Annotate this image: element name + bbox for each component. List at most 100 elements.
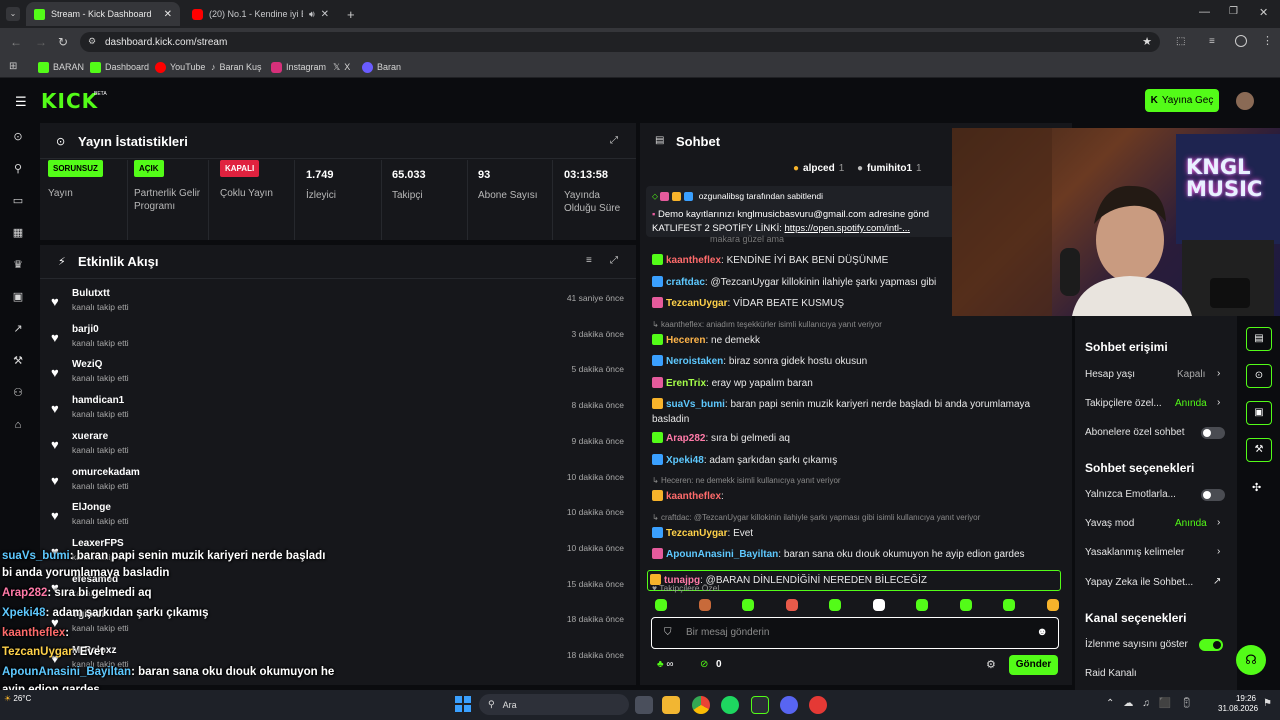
chat-message[interactable]: TezcanUygar: Evet (652, 526, 1052, 541)
setting-raid-channel[interactable]: Raid Kanalı (1085, 668, 1223, 679)
emote-icon[interactable] (785, 599, 798, 611)
activity-event[interactable]: ♥ ElJonge kanalı takip etti 10 dakika önce (40, 499, 636, 535)
link-icon[interactable]: ⚲ (12, 163, 24, 175)
wrench-icon[interactable]: ⚒ (1246, 438, 1272, 462)
go-live-button[interactable]: K Yayına Geç (1145, 89, 1219, 112)
chat-message[interactable]: Xpeki48: adam şarkıdan şarkı çıkamış (652, 453, 1052, 468)
save-icon[interactable]: ▣ (1246, 401, 1272, 425)
profile-icon[interactable] (1235, 35, 1247, 47)
bookmark-baran-2[interactable]: Baran (362, 58, 401, 76)
activity-event[interactable]: ♥ omurcekadam kanalı takip etti 10 dakika ö… (40, 464, 636, 500)
bookmark-star-icon[interactable]: ★ (1142, 35, 1152, 48)
chat-message[interactable]: kaantheflex: (652, 489, 1052, 504)
setting-banned-words[interactable]: Yasaklanmış kelimeler › (1085, 546, 1223, 558)
setting-subscribers-only[interactable]: Abonelere özel sohbet (1085, 427, 1225, 439)
reload-icon[interactable]: ↻ (58, 35, 68, 49)
chat-username[interactable]: suaVs_bumi (666, 399, 725, 410)
file-explorer-icon[interactable] (662, 696, 680, 714)
setting-emote-only[interactable]: Yalnızca Emotlarla... (1085, 489, 1225, 501)
window-icon[interactable]: ▭ (12, 195, 24, 207)
wrench-icon[interactable]: ⚒ (12, 355, 24, 367)
new-tab-icon[interactable]: + (347, 7, 355, 22)
chat-username[interactable]: ApounAnasini_Bayiltan (666, 549, 778, 560)
expand-icon[interactable]: ⤢ (610, 255, 618, 266)
stream-icon[interactable]: ⊙ (12, 131, 24, 143)
activity-event[interactable]: ♥ WeziQ kanalı takip etti 5 dakika önce (40, 356, 636, 392)
extensions-icon[interactable]: ⬚ (1176, 36, 1185, 47)
pinned-message[interactable]: ⬦ ozgunalibsg tarafından sabitlendi ▪ De… (646, 186, 956, 237)
close-tab-icon[interactable]: ✕ (321, 9, 329, 20)
chat-input[interactable]: ⛉ Bir mesaj gönderin ☻ (651, 617, 1059, 649)
chat-username[interactable]: ErenTrix (666, 378, 706, 389)
hamburger-menu-icon[interactable]: ☰ (15, 94, 27, 110)
activity-event[interactable]: ♥ hamdican1 kanalı takip etti 8 dakika önce (40, 392, 636, 428)
chat-message[interactable]: suaVs_bumi: baran papi senin muzik kariy… (652, 397, 1052, 427)
toggle-switch[interactable] (1199, 639, 1223, 651)
avatar[interactable] (1236, 92, 1254, 110)
chat-panel-icon[interactable]: ▤ (1246, 327, 1272, 351)
trophy-icon[interactable]: ♛ (12, 259, 24, 271)
tab-youtube[interactable]: (20) No.1 - Kendine iyi Bak 🔊︎ ✕ (184, 2, 344, 26)
filter-icon[interactable]: ≡ (586, 255, 592, 266)
system-tray-icons[interactable]: ⌃☁♫⬛🔋︎ (1106, 698, 1202, 709)
chat-username[interactable]: Heceren (666, 335, 705, 346)
emote-icon[interactable] (1046, 599, 1059, 611)
bookmark-dashboard[interactable]: Dashboard (90, 58, 149, 76)
setting-slow-mode[interactable]: Yavaş mod Anında › (1085, 517, 1223, 529)
bookmark-baran[interactable]: BARAN (38, 58, 84, 76)
emote-icon[interactable] (829, 599, 841, 611)
clock[interactable]: 19:26 31.08.2026 (1218, 694, 1258, 714)
activity-event[interactable]: ♥ Bulutxtt kanalı takip etti 41 saniye önce (40, 285, 636, 321)
chat-message[interactable]: ApounAnasini_Bayiltan: baran sana oku dı… (652, 547, 1052, 562)
stream-panel-icon[interactable]: ⊙ (1246, 364, 1272, 388)
setting-followers-only[interactable]: Takipçilere özel... Anında › (1085, 397, 1223, 409)
apps-grid-icon[interactable]: ⊞ (9, 61, 17, 72)
chat-message[interactable]: Neroistaken: biraz sonra gidek hostu oku… (652, 354, 1052, 369)
emote-icon[interactable] (1003, 599, 1015, 611)
chat-username[interactable]: Arap282 (666, 433, 705, 444)
bookmark-instagram[interactable]: Instagram (271, 58, 326, 76)
bookmark-x[interactable]: 𝕏X (333, 58, 350, 76)
apps-icon[interactable]: ✣ (1252, 481, 1261, 494)
chat-username[interactable]: TezcanUygar (666, 528, 728, 539)
tab-kick-dashboard[interactable]: Stream - Kick Dashboard ✕ (26, 2, 180, 26)
activity-event[interactable]: ♥ xuerare kanalı takip etti 9 dakika önce (40, 428, 636, 464)
analytics-icon[interactable]: ↗ (12, 323, 24, 335)
emote-icon[interactable] (916, 599, 928, 611)
forward-icon[interactable]: → (35, 35, 47, 49)
task-view-icon[interactable] (635, 696, 653, 714)
maximize-icon[interactable]: ❐ (1229, 6, 1238, 17)
bank-icon[interactable]: ⌂ (12, 419, 24, 431)
spotify-icon[interactable] (721, 696, 739, 714)
recorder-icon[interactable] (809, 696, 827, 714)
tab-search-icon[interactable]: ⌄ (6, 7, 20, 21)
start-icon[interactable] (455, 696, 471, 712)
chat-username[interactable]: kaantheflex (666, 255, 721, 266)
back-icon[interactable]: ← (10, 35, 22, 49)
send-button[interactable]: Gönder (1009, 655, 1058, 675)
chat-username[interactable]: Neroistaken (666, 356, 723, 367)
pinned-link[interactable]: https://open.spotify.com/intl-... (785, 223, 911, 234)
notification-icon[interactable]: ⚑ (1263, 698, 1272, 709)
chat-username[interactable]: kaantheflex (666, 491, 721, 502)
emote-icon[interactable] (959, 599, 972, 611)
emoji-icon[interactable]: ☻ (1036, 626, 1048, 638)
url-field[interactable]: ⚙ dashboard.kick.com/stream ★ (80, 32, 1160, 52)
setting-ai-chat[interactable]: Yapay Zeka ile Sohbet... ↗ (1085, 576, 1223, 588)
bookmark-youtube[interactable]: YouTube (155, 58, 205, 76)
setting-account-age[interactable]: Hesap yaşı Kapalı › (1085, 368, 1223, 380)
speaker-icon[interactable]: 🔊︎ (309, 9, 315, 20)
menu-icon[interactable]: ⋮ (1262, 34, 1273, 47)
toggle-switch[interactable] (1201, 427, 1225, 439)
chat-username[interactable]: Xpeki48 (666, 455, 704, 466)
chat-message[interactable]: ErenTrix: eray wp yapalım baran (652, 376, 1052, 391)
taskbar-search[interactable]: ⚲ Ara (479, 694, 629, 715)
chat-message[interactable]: Arap282: sıra bi gelmedi aq (652, 431, 1052, 446)
chrome-icon[interactable] (692, 696, 710, 714)
points-icon[interactable]: ♣ ∞ (657, 659, 673, 670)
chat-message[interactable]: Heceren: ne demekk (652, 333, 1052, 348)
close-window-icon[interactable]: ✕ (1259, 6, 1268, 19)
setting-show-viewcount[interactable]: İzlenme sayısını göster (1085, 639, 1223, 651)
timer-icon[interactable]: ⊘ (700, 659, 708, 670)
site-info-icon[interactable]: ⚙ (88, 36, 96, 47)
